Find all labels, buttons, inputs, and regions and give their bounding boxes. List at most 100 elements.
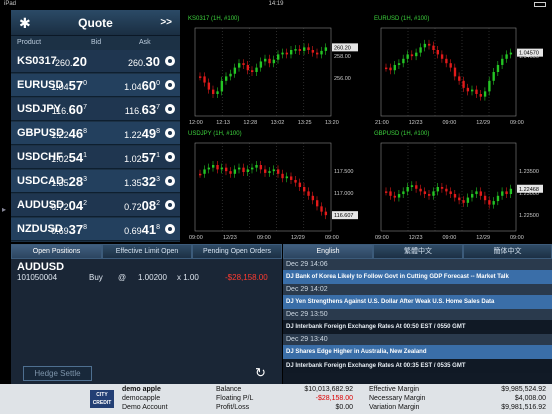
ask-price[interactable]: 0.72082 xyxy=(124,198,160,213)
candle-body xyxy=(453,67,457,77)
candle-body xyxy=(229,73,232,77)
tab-pending-open-orders[interactable]: Pending Open Orders xyxy=(192,244,282,259)
x-tick-label: 12/29 xyxy=(476,120,490,126)
account-summary-bar: CITY CREDIT demo apple democapple Demo A… xyxy=(0,384,552,414)
x-tick-label: 13:25 xyxy=(298,120,312,126)
ask-price-pips: 32 xyxy=(141,174,157,189)
news-headline[interactable]: DJ Yen Strengthens Against U.S. Dollar A… xyxy=(283,295,552,309)
bid-price-pips: 28 xyxy=(68,174,84,189)
candle-body xyxy=(415,185,418,189)
last-price-label: 260.20 xyxy=(334,45,351,51)
ask-price[interactable]: 1.22498 xyxy=(124,126,160,141)
expand-quote-button[interactable]: >> xyxy=(160,17,172,28)
panel-grip-icon[interactable]: ▸ xyxy=(2,205,6,214)
candle-body xyxy=(415,52,418,57)
candle-body xyxy=(483,195,487,201)
bid-price[interactable]: 0.69378 xyxy=(51,222,87,237)
bid-price-fraction: 8 xyxy=(83,128,87,135)
quote-row-eurusd[interactable]: EURUSD 1.04570 1.04600 xyxy=(11,74,180,97)
candle-body xyxy=(320,206,323,212)
ask-price[interactable]: 0.69418 xyxy=(124,222,160,237)
candle-body xyxy=(303,187,306,192)
battery-icon xyxy=(534,2,546,7)
candle-body xyxy=(324,211,328,216)
candle-body xyxy=(397,194,401,198)
x-tick-label: 13:02 xyxy=(271,120,285,126)
eye-icon[interactable] xyxy=(165,56,175,66)
candle-body xyxy=(419,47,422,53)
effective-margin-label: Effective Margin xyxy=(369,386,420,393)
bid-price-pips: 20 xyxy=(72,54,87,69)
position-row[interactable]: 101050004 Buy @ 1.00200 x 1.00 -$28,158.… xyxy=(17,273,279,285)
news-headline[interactable]: DJ Bank of Korea Likely to Follow Govt i… xyxy=(283,270,552,284)
bid-price[interactable]: 260.20 xyxy=(55,54,87,69)
hedge-settle-button[interactable]: Hedge Settle xyxy=(23,366,92,381)
news-headline[interactable]: DJ Interbank Foreign Exchange Rates At 0… xyxy=(283,359,552,373)
bid-price[interactable]: 1.04570 xyxy=(51,78,87,93)
ask-price-prefix: 1.04 xyxy=(124,82,142,92)
tab-effective-limit-open[interactable]: Effective Limit Open xyxy=(102,244,192,259)
quote-row-gbpusd[interactable]: GBPUSD 1.22468 1.22498 xyxy=(11,122,180,145)
column-ask: Ask xyxy=(139,39,151,46)
candle-body xyxy=(488,200,491,205)
news-date: Dec 29 14:02 xyxy=(283,284,552,295)
column-bid: Bid xyxy=(91,39,102,46)
candle-body xyxy=(212,165,215,168)
candle-body xyxy=(393,195,396,198)
eye-icon[interactable] xyxy=(165,80,175,90)
candle-body xyxy=(449,191,452,195)
order-tabs: Open Positions Effective Limit Open Pend… xyxy=(11,244,282,259)
bid-price-fraction: 7 xyxy=(83,104,87,111)
ask-price[interactable]: 1.02571 xyxy=(124,150,160,165)
chart-eurusd[interactable]: EURUSD (1H, #100) 1.04000 1.04570 21:00 12/2… xyxy=(369,12,552,128)
eye-icon[interactable] xyxy=(165,200,175,210)
chart-ks0317[interactable]: KS0317 (1H, #100) 258.00 256.00 260.20 12:00… xyxy=(183,12,367,128)
candle-body xyxy=(385,67,388,70)
bid-price-fraction: 8 xyxy=(83,224,87,231)
refresh-icon[interactable]: ↻ xyxy=(255,365,266,381)
ask-price-fraction: 3 xyxy=(156,176,160,183)
eye-icon[interactable] xyxy=(165,176,175,186)
candle-body xyxy=(264,58,267,62)
bid-price[interactable]: 0.72042 xyxy=(51,198,87,213)
eye-icon[interactable] xyxy=(165,104,175,114)
quote-row-nzdusd[interactable]: NZDUSD 0.69378 0.69418 xyxy=(11,218,180,241)
x-tick-label: 12/23 xyxy=(409,120,423,126)
candle-body xyxy=(277,54,280,60)
bid-price-prefix: 116. xyxy=(51,106,69,116)
candle-body xyxy=(389,67,392,71)
candle-body xyxy=(324,47,328,51)
candle-body xyxy=(462,80,465,88)
ask-price[interactable]: 1.35323 xyxy=(124,174,160,189)
ask-price[interactable]: 260.30 xyxy=(128,54,160,69)
eye-icon[interactable] xyxy=(165,128,175,138)
ask-price[interactable]: 1.04600 xyxy=(124,78,160,93)
news-headline[interactable]: DJ Shares Edge Higher in Australia, New … xyxy=(283,345,552,359)
plot-frame xyxy=(380,142,517,232)
ask-price-pips: 41 xyxy=(141,222,157,237)
bid-price[interactable]: 116.607 xyxy=(52,102,87,117)
quote-row-audusd[interactable]: AUDUSD 0.72042 0.72082 xyxy=(11,194,180,217)
bid-price[interactable]: 1.22468 xyxy=(51,126,87,141)
ask-price[interactable]: 116.637 xyxy=(125,102,160,117)
chart-gbpusd[interactable]: GBPUSD (1H, #100) 1.23500 1.23000 1.22500 1.… xyxy=(369,127,552,243)
quote-row-usdchf[interactable]: USDCHF 1.02541 1.02571 xyxy=(11,146,180,169)
quote-row-usdcad[interactable]: USDCAD 1.35283 1.35323 xyxy=(11,170,180,193)
eye-icon[interactable] xyxy=(165,224,175,234)
chart-usdjpy[interactable]: USDJPY (1H, #100) 117.500 117.000 116.607 09… xyxy=(183,127,367,243)
tab-traditional-chinese[interactable]: 繁體中文 xyxy=(373,244,463,259)
news-language-tabs: English 繁體中文 簡体中文 xyxy=(283,244,552,259)
bid-price[interactable]: 1.35283 xyxy=(51,174,87,189)
ask-price-pips: 57 xyxy=(141,150,157,165)
quote-row-ks0317[interactable]: KS0317 260.20 260.30 xyxy=(11,50,180,73)
candle-body xyxy=(298,49,302,51)
tab-simplified-chinese[interactable]: 簡体中文 xyxy=(463,244,552,259)
tab-english[interactable]: English xyxy=(283,244,373,259)
tab-open-positions[interactable]: Open Positions xyxy=(11,244,102,259)
eye-icon[interactable] xyxy=(165,152,175,162)
news-headline[interactable]: DJ Interbank Foreign Exchange Rates At 0… xyxy=(283,320,552,334)
quote-row-usdjpy[interactable]: USDJPY 116.607 116.637 xyxy=(11,98,180,121)
ask-price-fraction: 0 xyxy=(156,80,160,87)
bid-price[interactable]: 1.02541 xyxy=(51,150,87,165)
candle-body xyxy=(255,67,258,72)
